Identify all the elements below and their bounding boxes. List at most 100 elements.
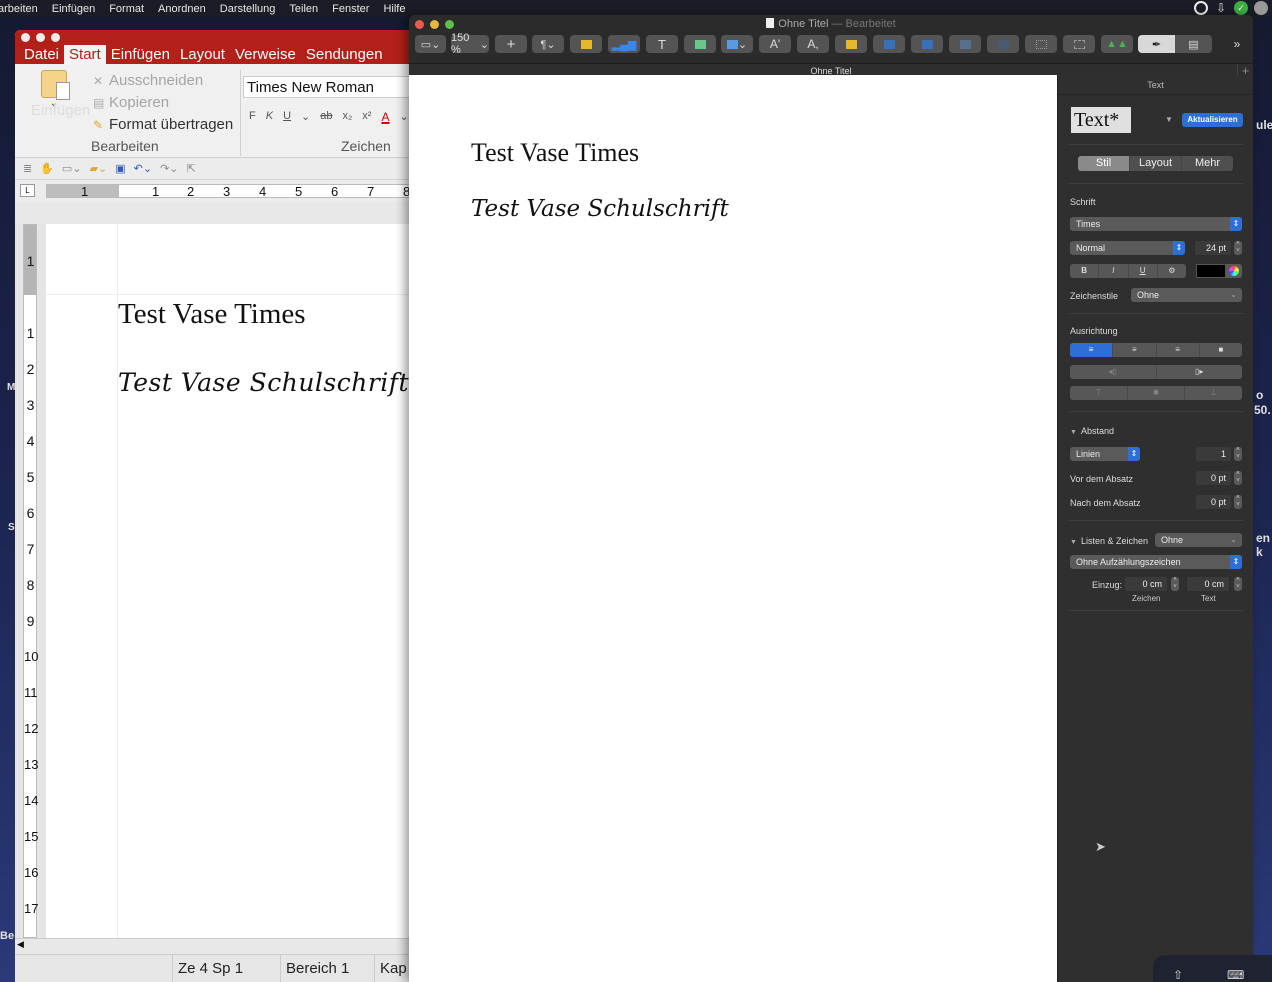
chevron-down-icon[interactable]: ⌄ <box>399 110 408 124</box>
more-button[interactable]: » <box>1229 35 1245 53</box>
open-folder-icon[interactable]: ▰⌄ <box>90 162 108 175</box>
check-icon[interactable]: ✓ <box>1234 1 1248 15</box>
pointer-icon[interactable]: ⇱ <box>187 162 196 175</box>
keyboard-icon[interactable]: ⌨ <box>1227 968 1244 982</box>
download-icon[interactable]: ⇩ <box>1214 1 1228 15</box>
indent-text-stepper[interactable]: ˄ ˅ <box>1234 577 1242 591</box>
align-top-button[interactable]: ⊤ <box>1070 386 1128 400</box>
forward-button[interactable] <box>949 35 981 53</box>
spacing-section[interactable]: ▼ Abstand <box>1070 426 1114 436</box>
undo-icon[interactable]: ↶⌄ <box>134 162 152 175</box>
paragraph-style-preview[interactable]: Text* <box>1071 107 1131 133</box>
document-button[interactable]: ▤ <box>1175 35 1212 53</box>
before-paragraph-stepper[interactable]: ˄ ˅ <box>1234 471 1242 485</box>
comment-button[interactable] <box>835 35 867 53</box>
tab-mehr[interactable]: Mehr <box>1182 156 1233 171</box>
triangle-down-icon[interactable]: ▼ <box>1165 115 1173 124</box>
tab-einfuegen[interactable]: Einfügen <box>106 45 175 64</box>
menu-share[interactable]: Teilen <box>282 3 325 15</box>
format-button[interactable]: ✒ <box>1138 35 1175 53</box>
text-color-well[interactable] <box>1196 264 1226 278</box>
font-name-input[interactable]: Times New Roman <box>243 76 415 98</box>
copy-button[interactable]: ▤ Kopieren <box>93 92 233 114</box>
view-button[interactable]: ▭⌄ <box>415 35 446 53</box>
bold-button[interactable]: F <box>249 110 256 124</box>
close-button[interactable] <box>21 33 30 42</box>
tab-stop-selector[interactable]: L <box>20 184 35 197</box>
text-options-button[interactable]: ⚙ <box>1158 264 1186 278</box>
horizontal-scrollbar[interactable]: ◀ <box>15 938 415 952</box>
font-typeface-select[interactable]: Normal ⇕ <box>1070 241 1185 255</box>
hand-icon[interactable]: ✋ <box>40 162 54 175</box>
chart-button[interactable]: ▂▄▆ <box>608 35 640 53</box>
align-left-button[interactable]: ≡ <box>1070 343 1114 357</box>
menu-help[interactable]: Hilfe <box>376 3 412 15</box>
tab-verweise[interactable]: Verweise <box>230 45 301 64</box>
tab-start[interactable]: Start <box>64 45 106 64</box>
font-family-select[interactable]: Times ⇕ <box>1070 217 1242 231</box>
italic-button[interactable]: I <box>1099 264 1129 278</box>
char-styles-select[interactable]: Ohne ⌄ <box>1131 288 1242 302</box>
superscript-button[interactable]: x² <box>362 110 371 124</box>
lists-select[interactable]: Ohne ⌄ <box>1155 533 1242 547</box>
after-paragraph-input[interactable]: 0 pt <box>1196 495 1231 509</box>
tab-datei[interactable]: Datei <box>19 45 64 64</box>
update-style-button[interactable]: Aktualisieren <box>1182 113 1243 127</box>
align-right-button[interactable]: ≡ <box>1157 343 1200 357</box>
tab-stil[interactable]: Stil <box>1078 156 1130 171</box>
menu-view[interactable]: Darstellung <box>213 3 283 15</box>
font-color-button[interactable]: A <box>381 110 389 124</box>
lists-section[interactable]: ▼ Listen & Zeichen <box>1070 536 1148 546</box>
new-document-icon[interactable]: ▭⌄ <box>62 162 82 175</box>
doc-line-schulschrift[interactable]: Test Vase Schulschrift <box>471 196 729 222</box>
align-center-button[interactable]: ≡ <box>1113 343 1157 357</box>
word-page[interactable]: Test Vase Times Test Vase Schulschrift <box>46 224 415 938</box>
menu-insert[interactable]: Einfügen <box>45 3 102 15</box>
media-button[interactable]: ⌄ <box>721 35 753 53</box>
spacing-mode-select[interactable]: Linien ⇕ <box>1070 447 1140 461</box>
text-button[interactable]: T <box>646 35 678 53</box>
send-back-button[interactable] <box>911 35 943 53</box>
power-icon[interactable] <box>1194 1 1208 15</box>
minimize-button[interactable] <box>36 33 45 42</box>
underline-button[interactable]: U <box>1129 264 1158 278</box>
tab-layout[interactable]: Layout <box>1130 156 1182 171</box>
subscript-button[interactable]: A, <box>797 35 829 53</box>
paragraph-style-button[interactable]: ¶⌄ <box>532 35 564 53</box>
tab-sendungen[interactable]: Sendungen <box>301 45 388 64</box>
share-icon[interactable]: ⇧ <box>1173 968 1183 982</box>
color-wheel-icon[interactable] <box>1226 264 1242 278</box>
bullets-select[interactable]: Ohne Aufzählungszeichen ⇕ <box>1070 555 1242 569</box>
indent-char-input[interactable]: 0 cm <box>1125 577 1167 591</box>
bring-front-button[interactable] <box>873 35 905 53</box>
scroll-left-icon[interactable]: ◀ <box>17 939 24 950</box>
paste-button[interactable]: Einfügen ⌄ <box>19 70 90 119</box>
pages-canvas[interactable]: Test Vase Times Test Vase Schulschrift <box>409 75 1057 982</box>
align-justify-button[interactable]: ■ <box>1200 343 1242 357</box>
menu-edit[interactable]: arbeiten <box>0 3 45 15</box>
redo-icon[interactable]: ↷⌄ <box>160 162 178 175</box>
font-size-input[interactable]: 24 pt <box>1195 241 1231 255</box>
backward-button[interactable] <box>987 35 1019 53</box>
bold-button[interactable]: B <box>1070 264 1100 278</box>
add-page-button[interactable]: + <box>495 35 527 53</box>
font-size-stepper[interactable]: ˄ ˅ <box>1234 241 1242 255</box>
menu-format[interactable]: Format <box>102 3 151 15</box>
chevron-down-icon[interactable]: ⌄ <box>301 110 310 124</box>
table-button[interactable] <box>570 35 602 53</box>
zoom-select[interactable]: 150 % ⌄ <box>451 32 489 56</box>
globe-icon[interactable] <box>1254 1 1268 15</box>
menu-window[interactable]: Fenster <box>325 3 376 15</box>
doc-line-times[interactable]: Test Vase Times <box>118 298 306 331</box>
doc-line-times[interactable]: Test Vase Times <box>471 138 639 168</box>
menu-arrange[interactable]: Anordnen <box>151 3 213 15</box>
before-paragraph-input[interactable]: 0 pt <box>1196 471 1231 485</box>
after-paragraph-stepper[interactable]: ˄ ˅ <box>1234 495 1242 509</box>
ungroup-button[interactable] <box>1063 35 1095 53</box>
superscript-button[interactable]: A' <box>759 35 791 53</box>
decrease-indent-button[interactable]: ◂▯ <box>1070 365 1157 379</box>
indent-text-input[interactable]: 0 cm <box>1187 577 1229 591</box>
cut-button[interactable]: ✕ Ausschneiden <box>93 70 233 92</box>
shape-button[interactable] <box>684 35 716 53</box>
italic-button[interactable]: K <box>266 110 273 124</box>
